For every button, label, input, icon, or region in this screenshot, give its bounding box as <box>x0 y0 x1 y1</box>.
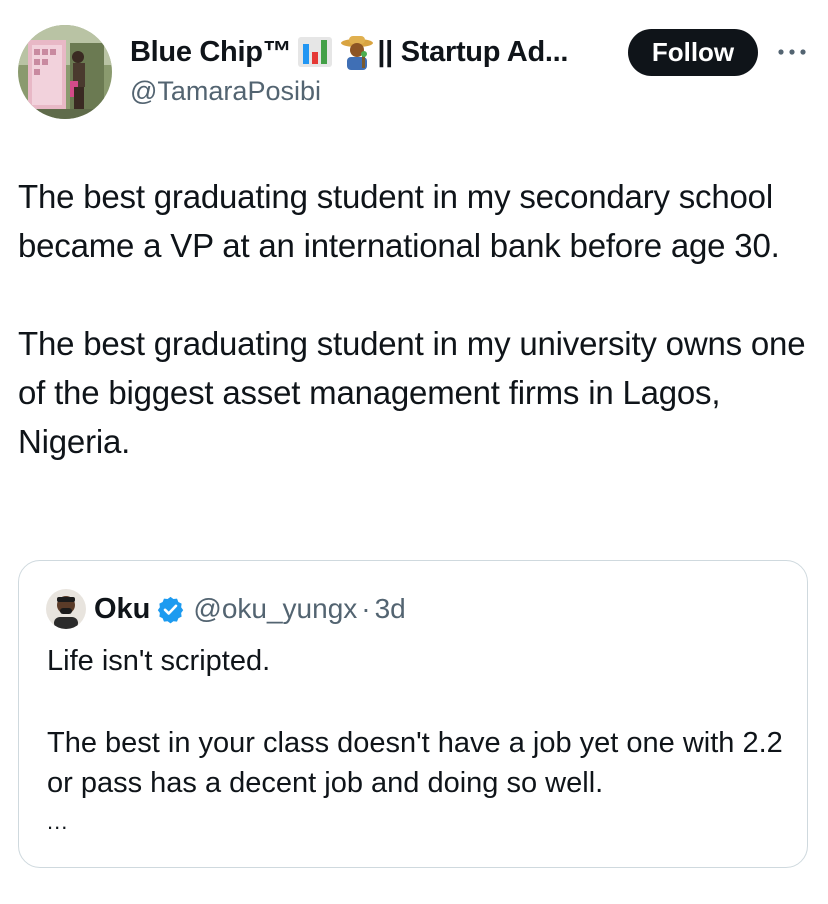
author-display-name[interactable]: Blue Chip™ <box>130 36 292 69</box>
bar-chart-emoji <box>297 34 333 70</box>
quoted-author-name[interactable]: Oku <box>94 593 150 626</box>
truncation-ellipsis: ... <box>47 809 69 834</box>
quoted-tweet-timestamp[interactable]: 3d <box>375 593 406 625</box>
quoted-author-handle[interactable]: @oku_yungx <box>193 593 357 625</box>
follow-button[interactable]: Follow <box>628 29 758 76</box>
more-horizontal-icon[interactable] <box>776 45 808 57</box>
author-avatar[interactable] <box>18 25 112 119</box>
separator-dot: · <box>361 593 371 624</box>
tweet-text: The best graduating student in my second… <box>18 172 818 466</box>
tweet-paragraph-2: The best graduating student in my univer… <box>18 325 806 460</box>
tweet-paragraph-1: The best graduating student in my second… <box>18 178 780 264</box>
quoted-author-avatar[interactable] <box>46 589 86 629</box>
farmer-emoji <box>339 34 375 70</box>
quoted-paragraph-1: Life isn't scripted. <box>47 645 271 677</box>
author-handle[interactable]: @TamaraPosibi <box>130 76 321 107</box>
quoted-tweet-card[interactable]: Oku @oku_yungx · 3d Life isn't scripted.… <box>18 560 808 868</box>
quoted-paragraph-2: The best in your class doesn't have a jo… <box>47 727 783 799</box>
quoted-tweet-text: Life isn't scripted. The best in your cl… <box>47 641 787 803</box>
author-name-suffix[interactable]: || Startup Ad... <box>377 36 568 69</box>
quoted-tweet-header: Oku @oku_yungx · 3d <box>46 589 406 629</box>
verified-badge-icon <box>156 595 185 624</box>
author-name-row[interactable]: Blue Chip™ || Startup Ad... <box>130 32 568 72</box>
